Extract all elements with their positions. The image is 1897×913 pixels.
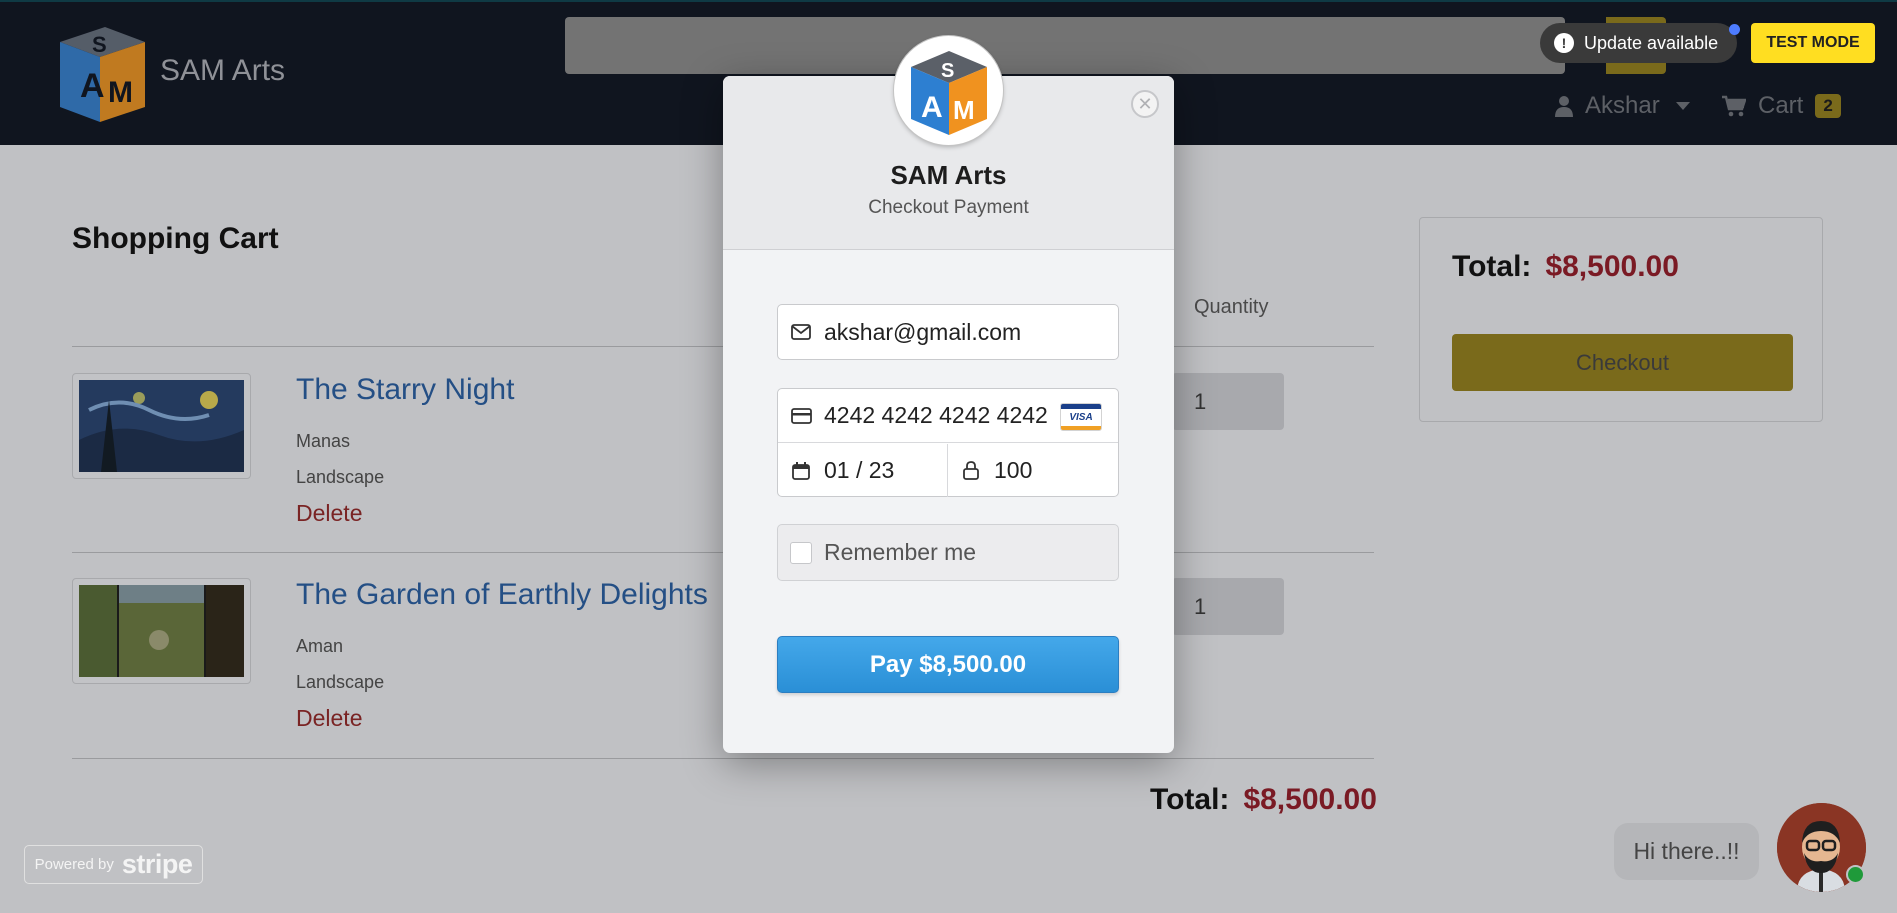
quantity-column-header: Quantity <box>1194 296 1269 318</box>
cvc-field[interactable]: 100 <box>948 444 1118 497</box>
update-available-button[interactable]: ! Update available <box>1540 23 1737 63</box>
item-title[interactable]: The Garden of Earthly Delights <box>296 578 708 612</box>
cvc-value: 100 <box>994 457 1033 483</box>
modal-title: SAM Arts <box>890 160 1007 190</box>
card-details-group: 4242 4242 4242 4242 VISA 01 / 23 100 <box>777 388 1119 497</box>
cart-icon <box>1722 95 1746 117</box>
delete-item-button[interactable]: Delete <box>296 705 362 732</box>
cart-link[interactable]: Cart 2 <box>1722 92 1841 120</box>
user-name: Akshar <box>1585 92 1660 119</box>
user-menu[interactable]: Akshar <box>1555 92 1690 120</box>
envelope-icon <box>778 324 824 340</box>
expiry-field[interactable]: 01 / 23 <box>778 444 948 497</box>
page-title: Shopping Cart <box>72 222 279 255</box>
powered-by-label: Powered by <box>34 856 114 873</box>
card-number-value: 4242 4242 4242 4242 <box>824 402 1048 428</box>
close-icon[interactable]: ✕ <box>1131 90 1159 118</box>
item-thumbnail-garden[interactable] <box>72 578 251 684</box>
item-artist: Manas <box>296 431 351 451</box>
cart-count-badge: 2 <box>1815 94 1841 118</box>
lock-icon <box>948 461 994 480</box>
email-field[interactable]: akshar@gmail.com <box>777 304 1119 360</box>
summary-total-label: Total: <box>1452 250 1532 283</box>
update-label: Update available <box>1584 32 1719 53</box>
total-amount: $8,500.00 <box>1243 783 1377 816</box>
item-category: Landscape <box>296 467 385 487</box>
stripe-checkout-modal: SAM Arts Checkout Payment S A M ✕ akshar… <box>723 36 1174 753</box>
total-label: Total: <box>1150 783 1230 816</box>
visa-icon: VISA <box>1060 403 1102 431</box>
remember-me-label: Remember me <box>824 539 977 565</box>
svg-text:S: S <box>92 32 107 57</box>
stripe-logo: stripe <box>121 849 193 879</box>
expiry-value: 01 / 23 <box>824 457 895 483</box>
user-icon <box>1555 96 1573 117</box>
card-number-field[interactable]: 4242 4242 4242 4242 VISA <box>778 389 1118 443</box>
test-mode-badge: TEST MODE <box>1751 23 1875 63</box>
credit-card-icon <box>778 407 824 424</box>
merchant-logo: S A M <box>894 36 1003 145</box>
svg-text:A: A <box>921 91 943 124</box>
quantity-input[interactable]: 1 <box>1172 373 1284 430</box>
divider <box>72 758 1374 759</box>
summary-total: Total: $8,500.00 <box>1452 250 1679 284</box>
exclamation-icon: ! <box>1554 33 1574 53</box>
pay-button[interactable]: Pay $8,500.00 <box>777 636 1119 693</box>
summary-total-amount: $8,500.00 <box>1545 250 1679 283</box>
brand-name[interactable]: SAM Arts <box>160 54 285 88</box>
online-status-dot <box>1846 865 1865 884</box>
email-value: akshar@gmail.com <box>824 318 1022 345</box>
order-summary-card: Total: $8,500.00 Checkout <box>1419 217 1823 422</box>
item-title[interactable]: The Starry Night <box>296 373 514 407</box>
svg-text:M: M <box>953 95 975 125</box>
item-artist: Aman <box>296 636 344 656</box>
item-thumbnail-starry-night[interactable] <box>72 373 251 479</box>
sam-arts-logo[interactable]: A M S <box>50 22 150 127</box>
chat-greeting-bubble[interactable]: Hi there..!! <box>1614 823 1759 880</box>
cart-total: Total: $8,500.00 <box>1150 783 1377 817</box>
quantity-input[interactable]: 1 <box>1172 578 1284 635</box>
svg-text:S: S <box>941 60 954 82</box>
calendar-icon <box>778 461 824 480</box>
checkbox-icon[interactable] <box>790 541 812 564</box>
notification-dot <box>1729 24 1740 35</box>
chevron-down-icon <box>1675 102 1690 110</box>
svg-text:A: A <box>80 67 105 105</box>
checkout-button[interactable]: Checkout <box>1452 334 1793 391</box>
search-input[interactable] <box>565 17 1565 74</box>
modal-subtitle: Checkout Payment <box>868 197 1029 218</box>
powered-by-stripe-badge[interactable]: Powered by stripe <box>24 845 203 884</box>
item-category: Landscape <box>296 672 385 692</box>
remember-me-checkbox[interactable]: Remember me <box>777 524 1119 581</box>
cart-label: Cart <box>1758 92 1804 119</box>
delete-item-button[interactable]: Delete <box>296 500 362 527</box>
svg-text:M: M <box>108 76 133 109</box>
